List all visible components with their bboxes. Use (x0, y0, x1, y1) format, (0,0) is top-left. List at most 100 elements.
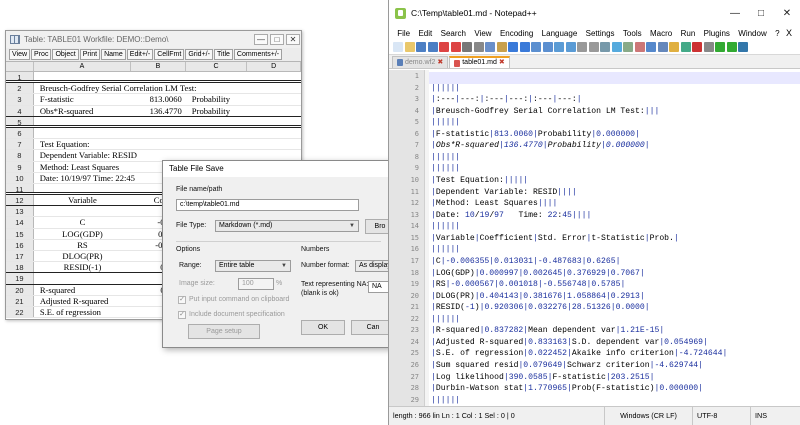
page-setup-button[interactable]: Page setup (188, 324, 260, 339)
row-number[interactable]: 10 (6, 172, 34, 183)
toolbar-button-comments[interactable]: Comments+/- (233, 49, 283, 60)
maximize-icon[interactable]: □ (270, 34, 284, 45)
row-number[interactable]: 20 (6, 284, 34, 295)
cell-d[interactable] (247, 72, 301, 80)
column-header-c[interactable]: C (186, 62, 248, 71)
folder-workspace-icon[interactable] (669, 42, 679, 52)
table-row[interactable]: 3 F-statistic 813.0060 Probability (6, 94, 301, 106)
row-number[interactable]: 3 (6, 94, 34, 105)
code-line[interactable]: |:---|---:|:---|---:|:---|---:| (431, 95, 797, 104)
run-macro-icon[interactable] (726, 42, 737, 52)
cell-a[interactable]: Variable (34, 195, 131, 205)
save-all-icon[interactable] (427, 42, 438, 52)
zoom-out-icon[interactable] (565, 42, 576, 52)
cell-a[interactable] (34, 184, 131, 192)
menu-macro[interactable]: Macro (646, 29, 677, 38)
cell-b[interactable] (131, 139, 186, 149)
menu-file[interactable]: File (393, 29, 414, 38)
tab-demo-wf2[interactable]: demo.wf2 ✖ (392, 56, 449, 68)
notepad-plus-plus-window[interactable]: C:\Temp\table01.md - Notepad++ — □ ✕ Fil… (388, 0, 800, 425)
function-list-icon[interactable] (657, 42, 668, 52)
number-format-select[interactable]: As displaye (355, 260, 391, 272)
ok-button[interactable]: OK (301, 320, 345, 335)
cell-c[interactable]: Probability (186, 106, 248, 116)
image-size-input[interactable]: 100 (238, 278, 274, 290)
redo-icon[interactable] (519, 42, 530, 52)
dialog-title[interactable]: Table File Save (163, 161, 391, 177)
close-all-icon[interactable] (450, 42, 461, 52)
save-icon[interactable] (416, 42, 426, 52)
code-line[interactable]: |Log likelihood|390.0585|F-statistic|203… (431, 373, 797, 382)
file-type-select[interactable]: Markdown (*.md) ▼ (215, 220, 359, 232)
row-number[interactable]: 19 (6, 273, 34, 284)
menu-tools[interactable]: Tools (619, 29, 646, 38)
cancel-button[interactable]: Can (351, 320, 391, 335)
replace-icon[interactable] (542, 42, 553, 52)
row-number[interactable]: 4 (6, 105, 34, 116)
paste-icon[interactable] (496, 42, 507, 52)
code-line[interactable]: |Date: 10/19/97 Time: 22:45|||| (431, 211, 797, 220)
status-insert-mode[interactable]: INS (751, 407, 771, 425)
code-line[interactable]: |Breusch-Godfrey Serial Correlation LM T… (431, 107, 797, 116)
toolbar-button-proc[interactable]: Proc (31, 49, 52, 60)
code-line[interactable]: |R-squared|0.837282|Mean dependent var|1… (431, 326, 797, 335)
menu-language[interactable]: Language (537, 29, 581, 38)
cell-b[interactable] (132, 83, 186, 93)
row-number[interactable]: 6 (6, 127, 34, 139)
code-line[interactable]: |||||| (431, 245, 797, 254)
text-editor[interactable]: 1 2 3 4 5 6 7 8 9 10 11 12 13 14 15 16 17 18 19 20 21 22 23 24 2… (389, 70, 800, 406)
cell-a[interactable]: Test Equation: (34, 139, 131, 149)
cell-a[interactable]: Date: 10/19/97 Time: 22:45 (34, 173, 135, 183)
toolbar-button-name[interactable]: Name (101, 49, 126, 60)
cell-a[interactable] (34, 206, 131, 216)
cell-d[interactable] (248, 150, 301, 160)
monitor-icon[interactable] (680, 42, 691, 52)
toolbar-button-cellfmt[interactable]: CellFmt (154, 49, 185, 60)
cell-a[interactable]: DLOG(PR) (34, 251, 131, 261)
column-header-d[interactable]: D (247, 62, 301, 71)
menu-edit[interactable]: Edit (414, 29, 436, 38)
menu-search[interactable]: Search (436, 29, 470, 38)
record-macro-icon[interactable] (692, 42, 702, 52)
minimize-icon[interactable]: — (254, 34, 268, 45)
cell-c[interactable] (186, 128, 248, 138)
table-row[interactable]: 4 Obs*R-squared 136.4770 Probability (6, 105, 301, 117)
cell-a[interactable]: Method: Least Squares (34, 162, 131, 172)
code-line[interactable]: |||||| (431, 153, 797, 162)
code-line[interactable]: |||||| (431, 84, 797, 93)
code-line[interactable]: |Obs*R-squared|136.4770|Probability|0.00… (431, 141, 797, 150)
row-number[interactable]: 15 (6, 228, 34, 239)
cell-b[interactable] (131, 117, 186, 125)
notepad-title-bar[interactable]: C:\Temp\table01.md - Notepad++ — □ ✕ (389, 0, 800, 26)
cell-b[interactable] (131, 128, 186, 138)
row-number[interactable]: 7 (6, 139, 34, 150)
put-input-checkbox[interactable]: ✓ (178, 296, 186, 304)
cell-c[interactable]: Probability (186, 94, 248, 104)
cell-a[interactable]: Breusch-Godfrey Serial Correlation LM Te… (34, 83, 197, 93)
tab-table01-md[interactable]: table01.md ✖ (449, 56, 510, 68)
status-eol[interactable]: Windows (CR LF) (605, 407, 693, 425)
row-number[interactable]: 2 (6, 83, 34, 94)
file-name-input[interactable]: c:\temp\table01.md (176, 199, 359, 211)
code-line[interactable]: |Durbin-Watson stat|1.770965|Prob(F-stat… (431, 384, 797, 393)
copy-icon[interactable] (485, 42, 495, 52)
cell-a[interactable]: S.E. of regression (34, 307, 131, 317)
zoom-in-icon[interactable] (554, 42, 564, 52)
cell-a[interactable]: R-squared (34, 285, 131, 295)
table-row[interactable]: 5 (6, 116, 301, 128)
menu-help[interactable]: ? (771, 29, 784, 38)
code-line[interactable]: |RESID(-1)|0.920306|0.032276|28.51326|0.… (431, 303, 797, 312)
menu-window[interactable]: Window (734, 29, 771, 38)
table-file-save-dialog[interactable]: Table File Save File name/path c:\temp\t… (162, 160, 392, 348)
cell-d[interactable] (248, 83, 301, 93)
print-icon[interactable] (462, 42, 472, 52)
cell-c[interactable] (186, 72, 248, 80)
menu-run[interactable]: Run (676, 29, 699, 38)
code-line[interactable]: |||||| (431, 118, 797, 127)
code-line[interactable]: |S.E. of regression|0.022452|Akaike info… (431, 349, 797, 358)
open-file-icon[interactable] (404, 42, 415, 52)
sync-v-icon[interactable] (577, 42, 587, 52)
toolbar-button-object[interactable]: Object (52, 49, 79, 60)
cell-d[interactable] (247, 139, 301, 149)
cell-a[interactable]: RESID(-1) (34, 262, 131, 272)
